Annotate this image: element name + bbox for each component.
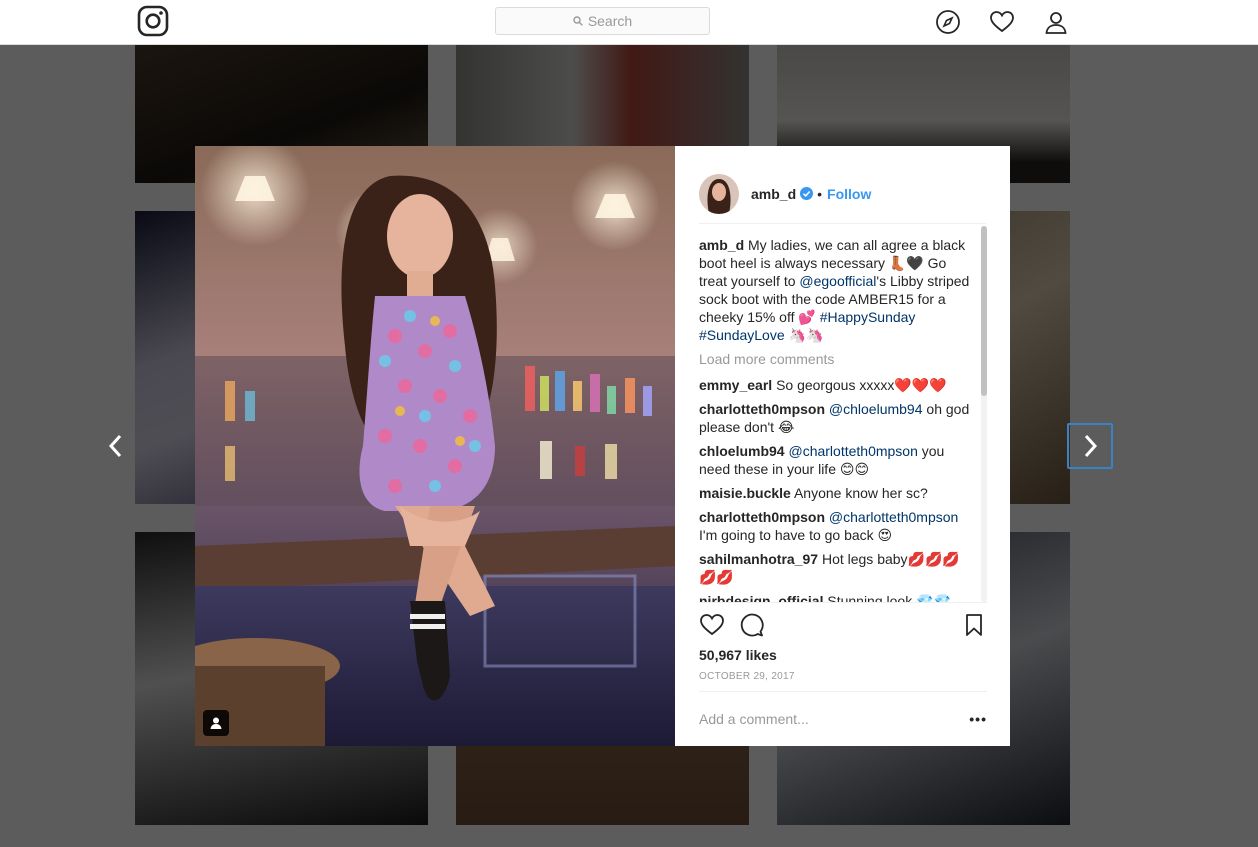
comment-mention[interactable]: @chloelumb94 [829, 401, 923, 417]
search-input[interactable]: Search [495, 7, 710, 35]
hashtag-link[interactable]: #HappySunday [820, 309, 916, 325]
verified-badge-icon [800, 187, 814, 200]
profile-icon[interactable] [1043, 9, 1069, 35]
like-heart-icon[interactable] [699, 612, 725, 638]
tagged-people-button[interactable] [203, 710, 229, 736]
avatar[interactable] [699, 173, 739, 214]
comment: chloelumb94 @charlotteth0mpson you need … [699, 442, 971, 478]
activity-heart-icon[interactable] [989, 9, 1015, 35]
comment-text: Stunning look 💎💎 [827, 593, 951, 602]
person-tag-icon [210, 717, 222, 729]
comment: nirbdesign_official Stunning look 💎💎 [699, 592, 971, 602]
search-placeholder: Search [587, 13, 633, 29]
comment-text: Anyone know her sc? [793, 485, 928, 501]
comment: sahilmanhotra_97 Hot legs baby💋💋💋💋💋 [699, 550, 971, 586]
comment: charlotteth0mpson @charlotteth0mpson I'm… [699, 508, 971, 544]
caption-text: 🦄🦄 [788, 327, 824, 343]
bookmark-icon[interactable] [961, 612, 987, 638]
separator-dot: • [817, 185, 823, 202]
more-options-button[interactable]: ••• [969, 711, 987, 727]
comment-username[interactable]: charlotteth0mpson [699, 509, 825, 525]
instagram-logo-icon[interactable] [137, 5, 169, 37]
comment-username[interactable]: chloelumb94 [699, 443, 785, 459]
explore-compass-icon[interactable] [935, 9, 961, 35]
bar-scene-image [195, 146, 675, 746]
comment: charlotteth0mpson @chloelumb94 oh god pl… [699, 400, 971, 436]
chevron-left-icon [108, 434, 122, 458]
top-nav: Search [0, 0, 1258, 45]
comment-username[interactable]: sahilmanhotra_97 [699, 551, 818, 567]
post-photo[interactable] [195, 146, 675, 746]
chevron-right-icon [1084, 434, 1098, 458]
comment: emmy_earl So georgous xxxxx❤️❤️❤️ [699, 376, 971, 394]
post-actions: 50,967 likes OCTOBER 29, 2017 [699, 602, 987, 685]
comment-mention[interactable]: @charlotteth0mpson [788, 443, 917, 459]
post-sidebar: amb_d • Follow amb_d My ladies, we can a… [675, 146, 1010, 746]
hashtag-link[interactable]: #SundayLove [699, 327, 785, 343]
comment-text: I'm going to have to go back 😍 [699, 527, 893, 543]
comment-mention[interactable]: @charlotteth0mpson [829, 509, 958, 525]
add-comment-placeholder: Add a comment... [699, 711, 809, 727]
search-icon [573, 16, 583, 26]
load-more-comments-link[interactable]: Load more comments [699, 350, 971, 368]
follow-button[interactable]: Follow [827, 186, 871, 202]
caption-mention[interactable]: @egoofficial [799, 273, 876, 289]
post-date: OCTOBER 29, 2017 [699, 671, 795, 682]
caption-username[interactable]: amb_d [699, 237, 744, 253]
post-header: amb_d • Follow [699, 164, 986, 224]
caption: amb_d My ladies, we can all agree a blac… [699, 236, 971, 344]
comment: maisie.buckle Anyone know her sc? [699, 484, 971, 502]
post-username[interactable]: amb_d [751, 186, 796, 202]
comment-bubble-icon[interactable] [739, 612, 765, 638]
post-modal: amb_d • Follow amb_d My ladies, we can a… [195, 146, 1010, 746]
next-post-button[interactable] [1067, 423, 1113, 469]
comments-list: amb_d My ladies, we can all agree a blac… [699, 236, 971, 602]
comment-username[interactable]: emmy_earl [699, 377, 772, 393]
comment-username[interactable]: charlotteth0mpson [699, 401, 825, 417]
comment-username[interactable]: nirbdesign_official [699, 593, 823, 602]
likes-count[interactable]: 50,967 likes [699, 647, 987, 667]
previous-post-button[interactable] [93, 423, 139, 469]
comment-text: So georgous xxxxx❤️❤️❤️ [776, 377, 947, 393]
add-comment-field[interactable]: Add a comment... ••• [699, 691, 987, 746]
scrollbar-thumb[interactable] [981, 226, 987, 396]
comment-username[interactable]: maisie.buckle [699, 485, 791, 501]
comments-scrollbar[interactable] [981, 226, 987, 602]
